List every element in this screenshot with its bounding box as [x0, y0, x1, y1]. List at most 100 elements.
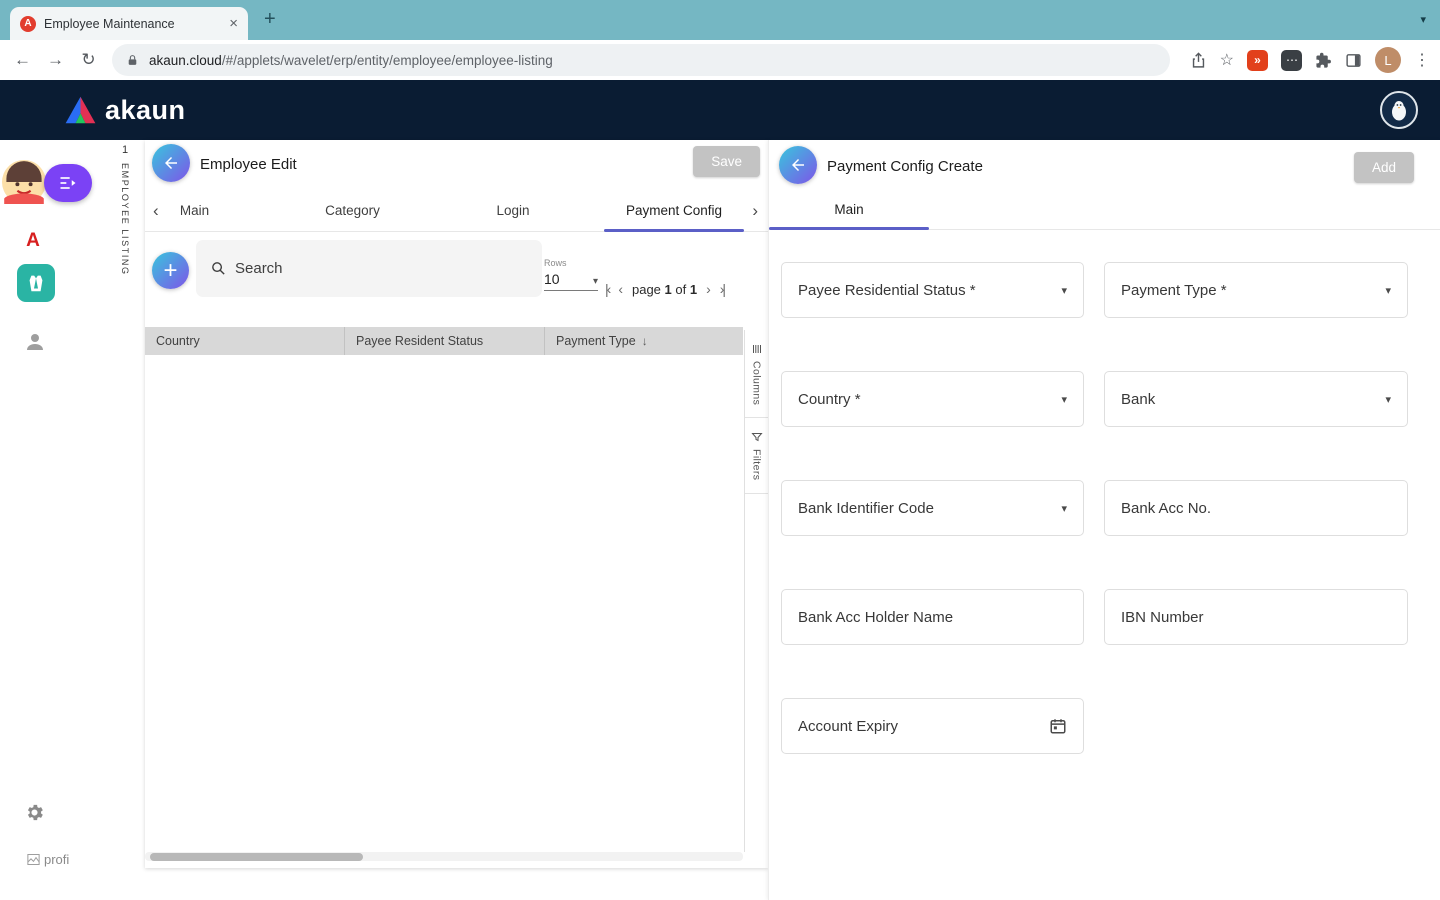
- akaun-triangle-icon: [64, 95, 97, 125]
- plus-icon: +: [163, 257, 177, 285]
- field-payment-type[interactable]: Payment Type * ▾: [1104, 262, 1408, 318]
- add-record-button[interactable]: +: [152, 252, 189, 289]
- filter-funnel-icon: [751, 431, 763, 443]
- panel-title: Employee Edit: [200, 156, 297, 173]
- add-button[interactable]: Add: [1354, 152, 1414, 183]
- prev-page-icon[interactable]: ‹: [618, 281, 623, 297]
- sort-desc-icon[interactable]: ↓: [642, 334, 648, 348]
- address-bar[interactable]: akaun.cloud/#/applets/wavelet/erp/entity…: [112, 44, 1170, 76]
- field-bank-identifier-code[interactable]: Bank Identifier Code ▾: [781, 480, 1084, 536]
- employee-listing-vertical-tab[interactable]: 1 EMPLOYEE LISTING: [120, 144, 130, 276]
- calendar-icon[interactable]: [1049, 717, 1067, 735]
- brand-logo[interactable]: akaun: [64, 95, 186, 126]
- app-body: A profi 1 EMPLOYEE LISTING: [0, 140, 1440, 900]
- next-page-icon[interactable]: ›: [706, 281, 711, 297]
- tab-main[interactable]: Main: [769, 190, 929, 229]
- settings-gear-icon[interactable]: [24, 802, 45, 823]
- employee-applet-icon[interactable]: [17, 264, 55, 302]
- employee-edit-panel: Employee Edit Save ‹ Main Category Login…: [145, 140, 768, 868]
- favicon-icon: A: [20, 16, 36, 32]
- person-applet-icon[interactable]: [23, 330, 47, 354]
- broken-profile-image: profi: [26, 852, 69, 867]
- table-side-tools: Columns Filters: [744, 330, 768, 852]
- pdf-applet-icon[interactable]: A: [20, 228, 46, 254]
- bookmark-star-icon[interactable]: ☆: [1220, 50, 1234, 70]
- first-page-icon[interactable]: |‹: [605, 281, 609, 297]
- sidebar-user-avatar[interactable]: [2, 160, 46, 204]
- field-ibn-number[interactable]: IBN Number: [1104, 589, 1408, 645]
- tab-main[interactable]: Main: [167, 190, 222, 231]
- browser-tab[interactable]: A Employee Maintenance ×: [10, 7, 248, 40]
- pagination: |‹ ‹ page 1 of 1 › ›|: [605, 276, 724, 302]
- back-button[interactable]: [152, 144, 190, 182]
- main-content: 1 EMPLOYEE LISTING Employee Edit Save ‹ …: [75, 140, 1440, 900]
- page-indicator: page 1 of 1: [632, 282, 697, 297]
- columns-tool-label: Columns: [751, 361, 763, 405]
- extensions-puzzle-icon[interactable]: [1315, 52, 1332, 69]
- columns-icon: [751, 343, 763, 355]
- table-header: Country Payee Resident Status Payment Ty…: [145, 327, 743, 355]
- app-navbar: akaun: [0, 80, 1440, 140]
- brand-name: akaun: [105, 95, 186, 126]
- side-panel-icon[interactable]: [1345, 52, 1362, 69]
- extension-red-icon[interactable]: »: [1247, 50, 1268, 71]
- filters-tool-label: Filters: [751, 449, 763, 480]
- arrow-back-icon: [162, 154, 180, 172]
- caret-down-icon: ▾: [1385, 284, 1391, 297]
- caret-down-icon: ▾: [1385, 393, 1391, 406]
- search-icon: [210, 260, 227, 277]
- share-icon[interactable]: [1190, 52, 1207, 69]
- forward-icon[interactable]: →: [39, 50, 72, 70]
- tab-close-icon[interactable]: ×: [229, 15, 238, 32]
- reload-icon[interactable]: ↻: [72, 50, 105, 70]
- save-button[interactable]: Save: [693, 146, 760, 177]
- extension-dark-icon[interactable]: ⋯: [1281, 50, 1302, 71]
- columns-tool[interactable]: Columns: [745, 330, 768, 418]
- new-tab-button[interactable]: +: [264, 8, 276, 31]
- panel-title: Payment Config Create: [827, 158, 983, 175]
- browser-profile-avatar[interactable]: L: [1375, 47, 1401, 73]
- column-payee-resident-status[interactable]: Payee Resident Status: [345, 327, 545, 355]
- tab-payment-config[interactable]: Payment Config: [604, 190, 744, 231]
- column-payment-type[interactable]: Payment Type ↓: [545, 327, 743, 355]
- search-placeholder: Search: [235, 260, 283, 277]
- payment-config-tabs: Main: [769, 190, 1440, 230]
- employee-edit-tabs: ‹ Main Category Login Payment Config ›: [145, 190, 768, 232]
- tab-login[interactable]: Login: [483, 190, 543, 231]
- column-country[interactable]: Country: [145, 327, 345, 355]
- caret-down-icon: ▾: [1061, 393, 1067, 406]
- vest-icon: [25, 272, 47, 294]
- field-country[interactable]: Country * ▾: [781, 371, 1084, 427]
- field-payee-residential-status[interactable]: Payee Residential Status * ▾: [781, 262, 1084, 318]
- back-button[interactable]: [779, 146, 817, 184]
- app-sidebar: A profi: [0, 140, 75, 900]
- field-bank-acc-no[interactable]: Bank Acc No.: [1104, 480, 1408, 536]
- last-page-icon[interactable]: ›|: [720, 281, 724, 297]
- field-account-expiry[interactable]: Account Expiry: [781, 698, 1084, 754]
- user-avatar[interactable]: [1380, 91, 1418, 129]
- horizontal-scrollbar[interactable]: [145, 852, 743, 861]
- tab-search-icon[interactable]: ▾: [1420, 13, 1426, 26]
- scrollbar-thumb[interactable]: [150, 853, 363, 861]
- listing-tab-index: 1: [122, 144, 128, 156]
- rows-select[interactable]: 10 ▾: [544, 271, 598, 291]
- search-input[interactable]: Search: [196, 240, 542, 297]
- broken-image-icon: [26, 852, 41, 867]
- lock-icon: [126, 54, 139, 67]
- tab-category[interactable]: Category: [315, 190, 390, 231]
- tabs-scroll-left-icon[interactable]: ‹: [153, 190, 159, 231]
- rows-label: Rows: [544, 258, 598, 268]
- tabs-scroll-right-icon[interactable]: ›: [752, 190, 758, 231]
- rows-per-page[interactable]: Rows 10 ▾: [544, 258, 598, 291]
- payment-config-create-panel: Payment Config Create Add Main Payee Res…: [768, 140, 1440, 900]
- listing-tab-label: EMPLOYEE LISTING: [120, 163, 130, 276]
- browser-menu-icon[interactable]: ⋮: [1414, 50, 1430, 70]
- tab-title: Employee Maintenance: [44, 17, 223, 31]
- field-bank[interactable]: Bank ▾: [1104, 371, 1408, 427]
- filters-tool[interactable]: Filters: [745, 418, 768, 493]
- back-icon[interactable]: ←: [6, 50, 39, 70]
- caret-down-icon: ▾: [1061, 502, 1067, 515]
- arrow-back-icon: [789, 156, 807, 174]
- field-bank-acc-holder-name[interactable]: Bank Acc Holder Name: [781, 589, 1084, 645]
- browser-tab-strip: A Employee Maintenance × + ▾: [0, 0, 1440, 40]
